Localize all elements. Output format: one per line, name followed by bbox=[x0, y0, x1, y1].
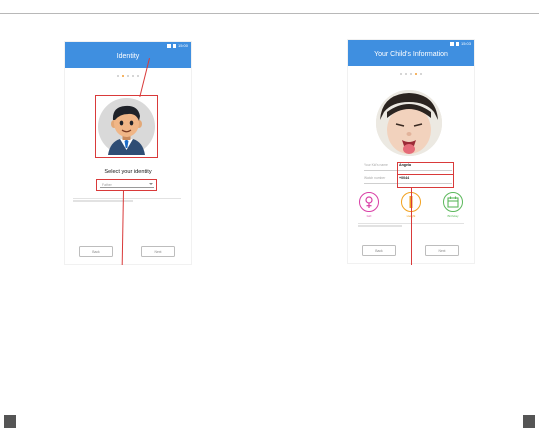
gender-option-label: Girl bbox=[366, 214, 372, 218]
step-indicator bbox=[348, 73, 474, 75]
status-bar: 15:03 bbox=[450, 41, 471, 47]
next-button[interactable]: Next bbox=[141, 246, 175, 257]
step-dot bbox=[410, 73, 412, 75]
screen-title: Your Child's Information bbox=[374, 51, 448, 58]
signal-icon bbox=[167, 44, 172, 48]
battery-icon bbox=[456, 42, 459, 46]
app-bar: 15:00 Identity bbox=[65, 42, 191, 68]
identity-screen: 15:00 Identity Select your identity Fath… bbox=[65, 42, 191, 264]
back-button[interactable]: Back bbox=[362, 245, 396, 256]
identity-select[interactable]: Father bbox=[96, 179, 157, 191]
child-photo[interactable] bbox=[376, 90, 442, 156]
birthday-option-label: Birthday bbox=[447, 214, 459, 218]
signal-icon bbox=[450, 42, 455, 46]
watch-number-label: Watch number bbox=[364, 176, 386, 180]
gender-option[interactable] bbox=[359, 192, 379, 212]
hint-text bbox=[358, 222, 468, 228]
page-marker-right bbox=[523, 415, 535, 428]
step-dot bbox=[127, 75, 129, 77]
step-dot bbox=[132, 75, 134, 77]
select-underline bbox=[100, 187, 154, 188]
name-watch-highlight bbox=[397, 162, 454, 188]
select-identity-prompt: Select your identity bbox=[104, 169, 152, 175]
step-indicator bbox=[65, 75, 191, 77]
step-dot bbox=[400, 73, 402, 75]
next-button[interactable]: Next bbox=[425, 245, 459, 256]
name-label: Your Kid's name bbox=[364, 163, 388, 167]
female-icon bbox=[365, 196, 373, 208]
step-dot bbox=[117, 75, 119, 77]
page-marker-left bbox=[4, 415, 16, 428]
screen-title: Identity bbox=[116, 53, 140, 60]
chevron-down-icon bbox=[149, 183, 153, 185]
step-dot-active bbox=[122, 75, 124, 77]
step-dot bbox=[420, 73, 422, 75]
highlight-divider bbox=[398, 174, 453, 175]
father-avatar-icon bbox=[98, 98, 155, 155]
page-top-rule bbox=[0, 13, 539, 14]
birthday-calendar-icon bbox=[447, 196, 459, 208]
birthday-option[interactable] bbox=[443, 192, 463, 212]
status-bar: 15:00 bbox=[167, 43, 188, 49]
hint-text bbox=[73, 197, 183, 203]
step-dot-active bbox=[415, 73, 417, 75]
step-dot bbox=[405, 73, 407, 75]
status-time: 15:00 bbox=[177, 43, 188, 48]
step-dot bbox=[137, 75, 139, 77]
callout-line-fields bbox=[411, 188, 412, 265]
status-time: 15:03 bbox=[460, 41, 471, 46]
identity-select-value: Father bbox=[102, 183, 112, 187]
avatar-highlight[interactable] bbox=[95, 95, 158, 158]
app-bar: 15:03 Your Child's Information bbox=[348, 40, 474, 66]
back-button[interactable]: Back bbox=[79, 246, 113, 257]
battery-icon bbox=[173, 44, 176, 48]
